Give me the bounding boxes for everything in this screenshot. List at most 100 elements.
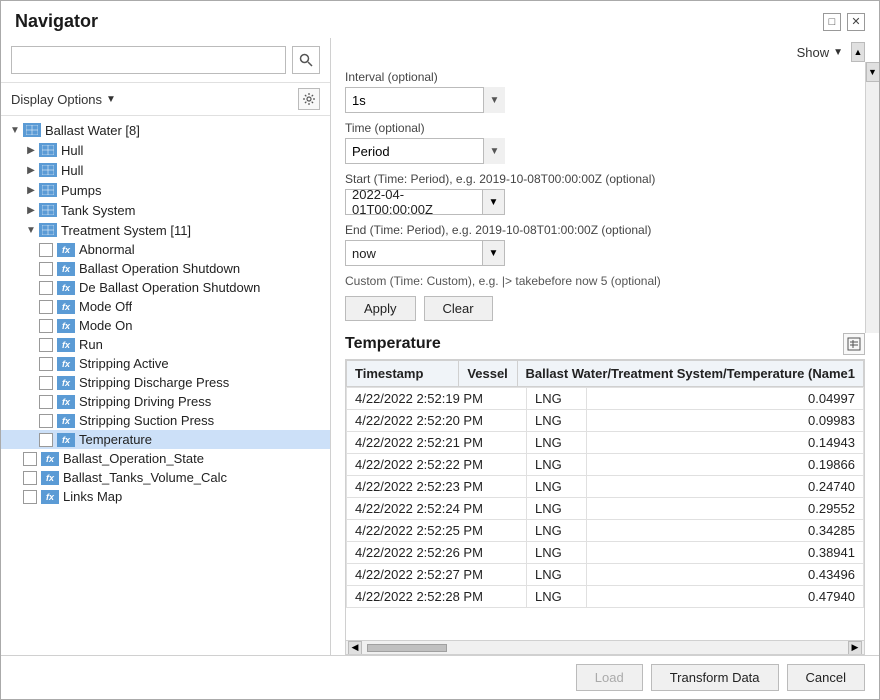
tree-item-hull-2[interactable]: ▶Hull <box>1 160 330 180</box>
table-row[interactable]: 4/22/2022 2:52:27 PMLNG0.43496 <box>347 564 864 586</box>
cell-vessel: LNG <box>527 432 587 454</box>
table-row[interactable]: 4/22/2022 2:52:28 PMLNG0.47940 <box>347 586 864 608</box>
tree-item-ballast-water[interactable]: ▼ Ballast Water [8] <box>1 120 330 140</box>
checkbox-stripping-active[interactable] <box>39 357 53 371</box>
cancel-button[interactable]: Cancel <box>787 664 865 691</box>
time-label: Time (optional) <box>345 121 851 135</box>
apply-button[interactable]: Apply <box>345 296 416 321</box>
table-scroll-body[interactable]: 4/22/2022 2:52:19 PMLNG0.049974/22/2022 … <box>346 387 864 640</box>
table-icon-hull-2 <box>39 163 57 177</box>
tree-item-mode-off[interactable]: fxMode Off <box>1 297 330 316</box>
start-dropdown-button[interactable]: ▼ <box>482 190 504 214</box>
checkbox-mode-on[interactable] <box>39 319 53 333</box>
tree-item-temperature[interactable]: fxTemperature <box>1 430 330 449</box>
bottom-bar: Load Transform Data Cancel <box>1 655 879 699</box>
tree-label-stripping-active: Stripping Active <box>79 356 169 371</box>
time-select[interactable]: Period Custom Latest <box>345 138 505 164</box>
tree-item-abnormal[interactable]: fxAbnormal <box>1 240 330 259</box>
cell-timestamp: 4/22/2022 2:52:24 PM <box>347 498 527 520</box>
end-dropdown-button[interactable]: ▼ <box>482 241 504 265</box>
checkbox-ballast-op-shutdown[interactable] <box>39 262 53 276</box>
form-scroll-down-arrow[interactable]: ▼ <box>866 62 880 82</box>
checkbox-temperature[interactable] <box>39 433 53 447</box>
table-row[interactable]: 4/22/2022 2:52:26 PMLNG0.38941 <box>347 542 864 564</box>
table-row[interactable]: 4/22/2022 2:52:19 PMLNG0.04997 <box>347 388 864 410</box>
tree-label-ballast-water: Ballast Water [8] <box>45 123 140 138</box>
tree-item-run[interactable]: fxRun <box>1 335 330 354</box>
time-select-wrapper: Period Custom Latest ▼ <box>345 138 505 164</box>
search-input[interactable] <box>11 46 286 74</box>
navigator-dialog: Navigator □ ✕ Display Options <box>0 0 880 700</box>
table-row[interactable]: 4/22/2022 2:52:23 PMLNG0.24740 <box>347 476 864 498</box>
close-button[interactable]: ✕ <box>847 13 865 31</box>
expand-icon-ballast-water[interactable]: ▼ <box>7 122 23 138</box>
cell-value: 0.38941 <box>587 542 864 564</box>
checkbox-ballast-tanks-volume-calc[interactable] <box>23 471 37 485</box>
checkbox-stripping-suction-press[interactable] <box>39 414 53 428</box>
checkbox-run[interactable] <box>39 338 53 352</box>
interval-select[interactable]: 1s 5s 10s <box>345 87 505 113</box>
expand-icon-hull-1[interactable]: ▶ <box>23 142 39 158</box>
hscroll-right-arrow[interactable]: ▶ <box>848 641 862 655</box>
tree-item-links-map[interactable]: fxLinks Map <box>1 487 330 506</box>
checkbox-links-map[interactable] <box>23 490 37 504</box>
table-row[interactable]: 4/22/2022 2:52:25 PMLNG0.34285 <box>347 520 864 542</box>
checkbox-de-ballast-op-shutdown[interactable] <box>39 281 53 295</box>
settings-icon-btn[interactable] <box>298 88 320 110</box>
display-options-toggle[interactable]: Display Options ▼ <box>11 92 116 107</box>
scroll-up-arrow[interactable]: ▲ <box>851 42 865 62</box>
table-row[interactable]: 4/22/2022 2:52:22 PMLNG0.19866 <box>347 454 864 476</box>
checkbox-stripping-driving-press[interactable] <box>39 395 53 409</box>
tree-item-mode-on[interactable]: fxMode On <box>1 316 330 335</box>
checkbox-abnormal[interactable] <box>39 243 53 257</box>
tree-item-ballast-op-shutdown[interactable]: fxBallast Operation Shutdown <box>1 259 330 278</box>
display-options-chevron-icon: ▼ <box>106 94 116 105</box>
tree-item-treatment-system[interactable]: ▼Treatment System [11] <box>1 220 330 240</box>
right-form-scrollbar: ▼ <box>865 62 879 333</box>
expand-icon-pumps[interactable]: ▶ <box>23 182 39 198</box>
tree-item-de-ballast-op-shutdown[interactable]: fxDe Ballast Operation Shutdown <box>1 278 330 297</box>
search-button[interactable] <box>292 46 320 74</box>
minimize-button[interactable]: □ <box>823 13 841 31</box>
fx-icon-mode-off: fx <box>57 300 75 314</box>
table-export-button[interactable] <box>843 333 865 355</box>
expand-icon-hull-2[interactable]: ▶ <box>23 162 39 178</box>
cell-vessel: LNG <box>527 586 587 608</box>
hscroll-track <box>362 643 848 653</box>
table-icon-pumps <box>39 183 57 197</box>
tree-item-stripping-discharge-press[interactable]: fxStripping Discharge Press <box>1 373 330 392</box>
show-button[interactable]: Show ▼ <box>791 43 849 62</box>
clear-button[interactable]: Clear <box>424 296 493 321</box>
table-horizontal-scrollbar: ◀ ▶ <box>346 640 864 654</box>
cell-value: 0.04997 <box>587 388 864 410</box>
hscroll-left-arrow[interactable]: ◀ <box>348 641 362 655</box>
table-row[interactable]: 4/22/2022 2:52:21 PMLNG0.14943 <box>347 432 864 454</box>
expand-icon-treatment-system[interactable]: ▼ <box>23 222 39 238</box>
tree-item-ballast-tanks-volume-calc[interactable]: fxBallast_Tanks_Volume_Calc <box>1 468 330 487</box>
end-input-wrapper: now ▼ <box>345 240 505 266</box>
transform-data-button[interactable]: Transform Data <box>651 664 779 691</box>
tree-item-tank-system[interactable]: ▶Tank System <box>1 200 330 220</box>
tree-label-stripping-discharge-press: Stripping Discharge Press <box>79 375 229 390</box>
table-row[interactable]: 4/22/2022 2:52:20 PMLNG0.09983 <box>347 410 864 432</box>
cell-timestamp: 4/22/2022 2:52:23 PM <box>347 476 527 498</box>
tree-label-ballast-tanks-volume-calc: Ballast_Tanks_Volume_Calc <box>63 470 227 485</box>
tree-item-stripping-active[interactable]: fxStripping Active <box>1 354 330 373</box>
tree-item-pumps[interactable]: ▶Pumps <box>1 180 330 200</box>
tree-item-hull-1[interactable]: ▶Hull <box>1 140 330 160</box>
tree-item-stripping-suction-press[interactable]: fxStripping Suction Press <box>1 411 330 430</box>
load-button[interactable]: Load <box>576 664 643 691</box>
fx-icon-de-ballast-op-shutdown: fx <box>57 281 75 295</box>
hscroll-thumb[interactable] <box>367 644 447 652</box>
cell-value: 0.43496 <box>587 564 864 586</box>
data-table-body: 4/22/2022 2:52:19 PMLNG0.049974/22/2022 … <box>346 387 864 608</box>
tree-item-stripping-driving-press[interactable]: fxStripping Driving Press <box>1 392 330 411</box>
checkbox-stripping-discharge-press[interactable] <box>39 376 53 390</box>
tree-item-ballast-operation-state[interactable]: fxBallast_Operation_State <box>1 449 330 468</box>
checkbox-ballast-operation-state[interactable] <box>23 452 37 466</box>
table-row[interactable]: 4/22/2022 2:52:24 PMLNG0.29552 <box>347 498 864 520</box>
table-title: Temperature <box>345 335 441 353</box>
expand-icon-tank-system[interactable]: ▶ <box>23 202 39 218</box>
checkbox-mode-off[interactable] <box>39 300 53 314</box>
tree-label-ballast-operation-state: Ballast_Operation_State <box>63 451 204 466</box>
